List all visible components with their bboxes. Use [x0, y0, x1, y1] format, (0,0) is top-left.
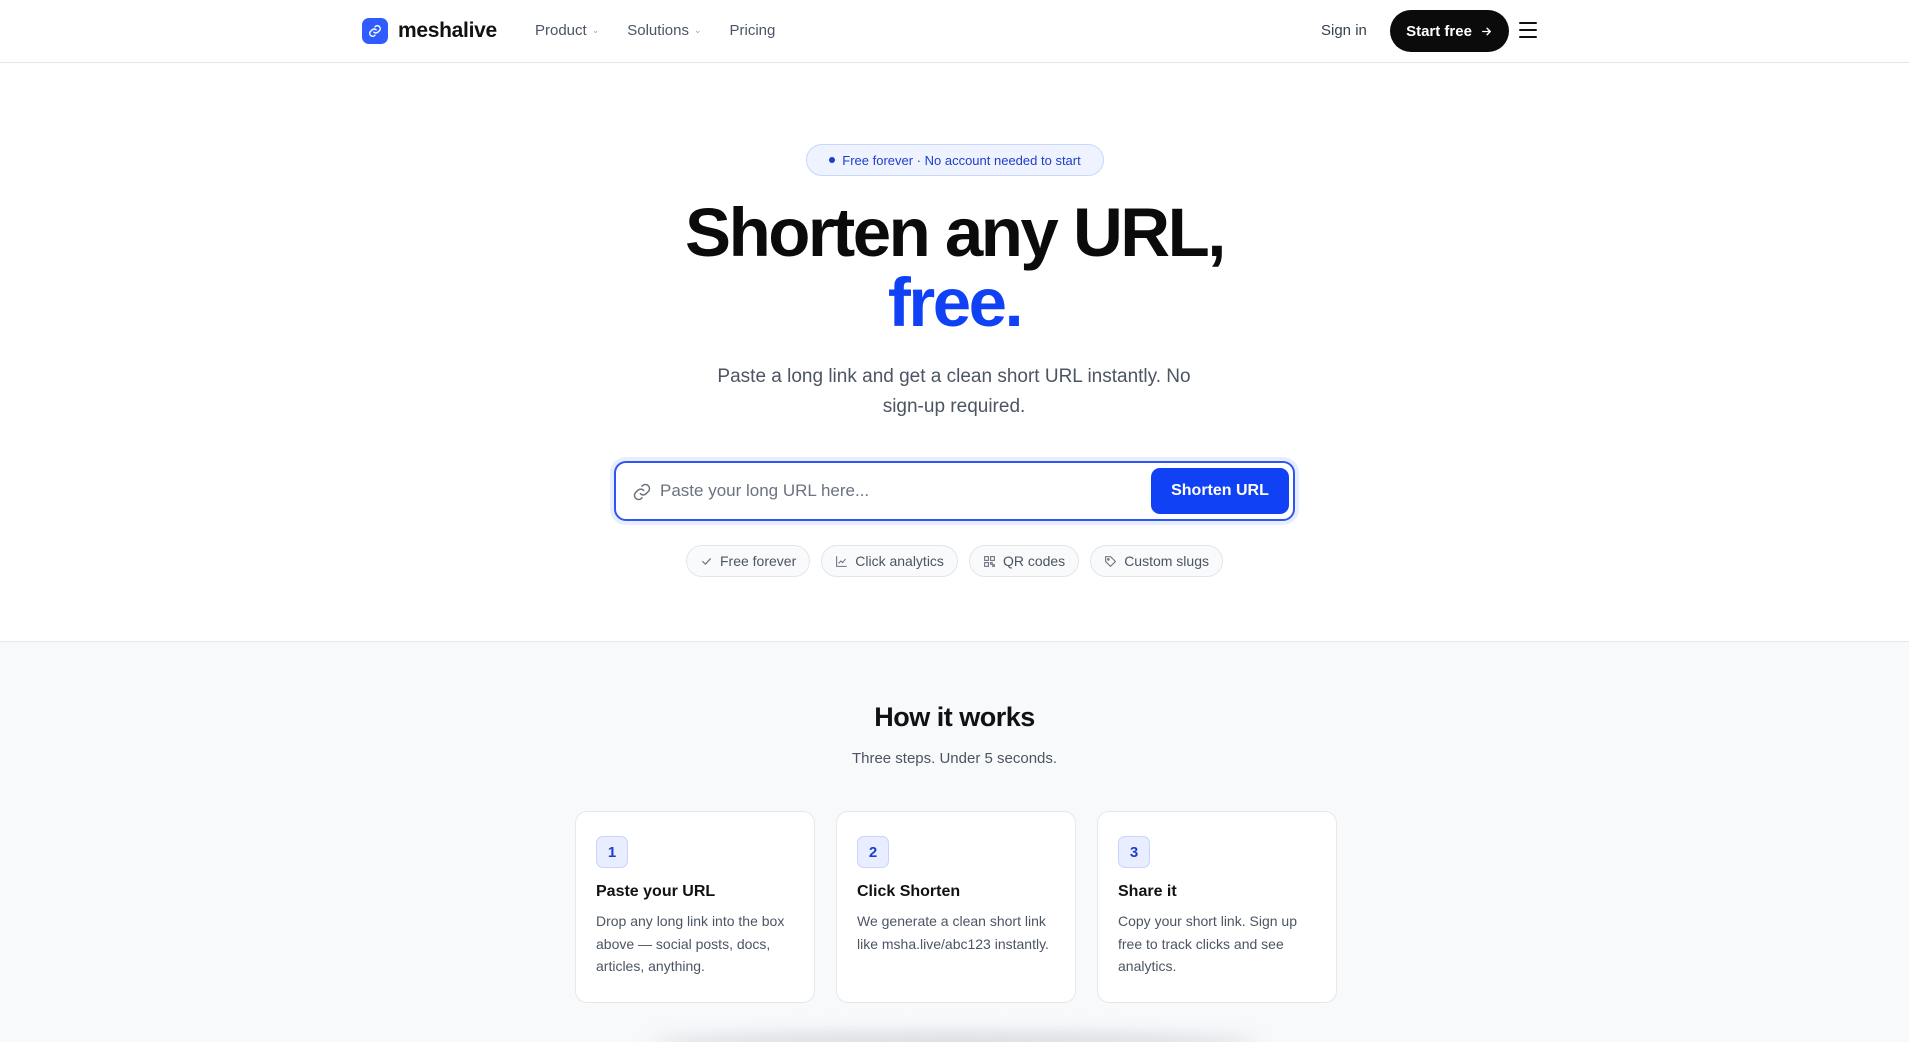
hamburger-menu-icon[interactable]	[1519, 22, 1537, 38]
chevron-down-icon: ⌄	[693, 25, 702, 35]
chip-click-analytics: Click analytics	[821, 545, 958, 577]
brand-logo[interactable]: meshalive	[362, 18, 497, 44]
step-title: Click Shorten	[857, 883, 961, 900]
hero-title: Shorten any URL, free.	[0, 198, 1909, 338]
url-input[interactable]	[660, 475, 1130, 507]
step-number: 1	[596, 836, 628, 868]
chip-label: Click analytics	[855, 553, 944, 569]
link-icon	[633, 483, 651, 501]
link-logo-icon	[362, 18, 388, 44]
nav-solutions[interactable]: Solutions ⌄	[627, 22, 701, 39]
how-it-works-section: How it works Three steps. Under 5 second…	[0, 641, 1909, 1042]
nav-product[interactable]: Product ⌄	[535, 22, 599, 39]
arrow-right-icon	[1481, 27, 1491, 35]
section-subtitle: Three steps. Under 5 seconds.	[851, 750, 1058, 767]
chip-free-forever: Free forever	[685, 545, 811, 577]
step-description: Drop any long link into the box above — …	[596, 913, 785, 974]
step-card-2: 2 Click Shorten We generate a clean shor…	[836, 811, 1076, 1003]
top-navbar: meshalive Product ⌄ Solutions ⌄ Pricing …	[0, 0, 1909, 63]
step-description: Copy your short link. Sign up free to tr…	[1118, 913, 1297, 974]
nav-solutions-label: Solutions	[627, 22, 689, 39]
step-title: Paste your URL	[596, 883, 716, 900]
chip-label: QR codes	[1002, 553, 1066, 569]
section-title: How it works	[874, 702, 1035, 732]
nav-pricing[interactable]: Pricing	[730, 22, 776, 39]
qr-icon	[984, 555, 995, 567]
chip-qr-codes: QR codes	[968, 545, 1080, 577]
chart-icon	[836, 555, 848, 567]
start-free-button[interactable]: Start free	[1390, 10, 1509, 52]
chip-custom-slugs: Custom slugs	[1090, 545, 1223, 577]
badge-text: Free forever · No account needed to star…	[842, 152, 1081, 168]
hero-title-accent: free.	[887, 264, 1024, 341]
chip-label: Custom slugs	[1124, 553, 1209, 569]
nav-product-label: Product	[535, 22, 587, 39]
chip-label: Free forever	[719, 553, 797, 569]
hero-subtitle: Paste a long link and get a clean short …	[717, 366, 1191, 417]
steps-list: 1 Paste your URL Drop any long link into…	[575, 811, 1337, 1003]
shorten-url-button[interactable]: Shorten URL	[1151, 468, 1289, 514]
start-free-label: Start free	[1406, 22, 1472, 40]
brand-name: meshalive	[398, 19, 497, 42]
step-description: We generate a clean short link like msha…	[857, 913, 1049, 952]
check-icon	[702, 557, 711, 565]
chevron-down-icon: ⌄	[591, 25, 600, 35]
step-card-1: 1 Paste your URL Drop any long link into…	[575, 811, 815, 1003]
step-title: Share it	[1118, 883, 1177, 900]
shorten-form: Shorten URL	[614, 461, 1295, 521]
promo-badge: Free forever · No account needed to star…	[806, 144, 1104, 176]
step-number: 2	[857, 836, 889, 868]
primary-nav: Product ⌄ Solutions ⌄ Pricing	[535, 22, 775, 39]
step-number: 3	[1118, 836, 1150, 868]
nav-pricing-label: Pricing	[729, 22, 776, 39]
feature-chips: Free forever Click analytics QR codes Cu…	[0, 545, 1909, 577]
sign-in-link[interactable]: Sign in	[1321, 22, 1367, 39]
badge-dot-icon	[829, 157, 836, 163]
tag-icon	[1105, 555, 1117, 567]
step-card-3: 3 Share it Copy your short link. Sign up…	[1097, 811, 1337, 1003]
hero-title-line1: Shorten any URL,	[685, 194, 1226, 271]
